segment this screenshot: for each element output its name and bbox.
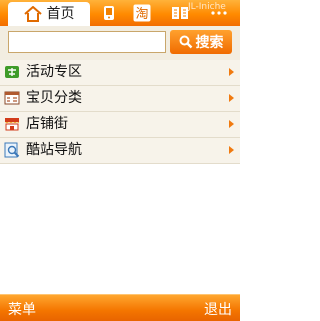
- chevron-right-icon: [229, 146, 234, 154]
- menu-item-label: 活动专区: [26, 64, 82, 80]
- phone-icon: [104, 6, 114, 20]
- menu-item-label: 店铺街: [26, 116, 68, 132]
- menu-item-activity[interactable]: 活动专区: [0, 60, 240, 86]
- tab-bar: 首页 淘 JL-Iniche: [0, 0, 240, 26]
- menu-item-site-navigation[interactable]: 酷站导航: [0, 138, 240, 164]
- search-input[interactable]: [8, 31, 166, 53]
- sale-icon: [5, 66, 19, 78]
- category-icon: [4, 91, 20, 105]
- chevron-right-icon: [229, 120, 234, 128]
- taobao-icon: 淘: [133, 4, 151, 22]
- search-button[interactable]: 搜索: [170, 30, 232, 54]
- tab-home-label: 首页: [46, 6, 75, 22]
- menu-item-category[interactable]: 宝贝分类: [0, 86, 240, 112]
- book-icon: [172, 7, 188, 19]
- watermark: JL-Iniche: [188, 2, 226, 12]
- navigation-icon: [4, 142, 20, 158]
- search-icon: [179, 35, 192, 49]
- menu-item-label: 酷站导航: [26, 142, 82, 158]
- tab-home[interactable]: 首页: [8, 2, 90, 26]
- main-menu: 活动专区 宝贝分类 店铺街 酷站导航: [0, 60, 240, 164]
- chevron-right-icon: [229, 68, 234, 76]
- menu-item-shop-street[interactable]: 店铺街: [0, 112, 240, 138]
- chevron-right-icon: [229, 94, 234, 102]
- tab-taobao[interactable]: 淘: [133, 4, 151, 22]
- taobao-icon-label: 淘: [135, 7, 148, 22]
- search-button-label: 搜索: [195, 35, 224, 51]
- home-icon: [23, 6, 42, 22]
- softkey-bar: 菜单 退出: [0, 294, 240, 321]
- shop-icon: [5, 118, 19, 131]
- menu-softkey[interactable]: 菜单: [8, 299, 36, 319]
- tab-bookmarks[interactable]: [171, 4, 189, 22]
- tab-phone[interactable]: [100, 4, 118, 22]
- search-bar: 搜索: [0, 26, 240, 60]
- exit-softkey[interactable]: 退出: [204, 299, 232, 319]
- menu-item-label: 宝贝分类: [26, 90, 82, 106]
